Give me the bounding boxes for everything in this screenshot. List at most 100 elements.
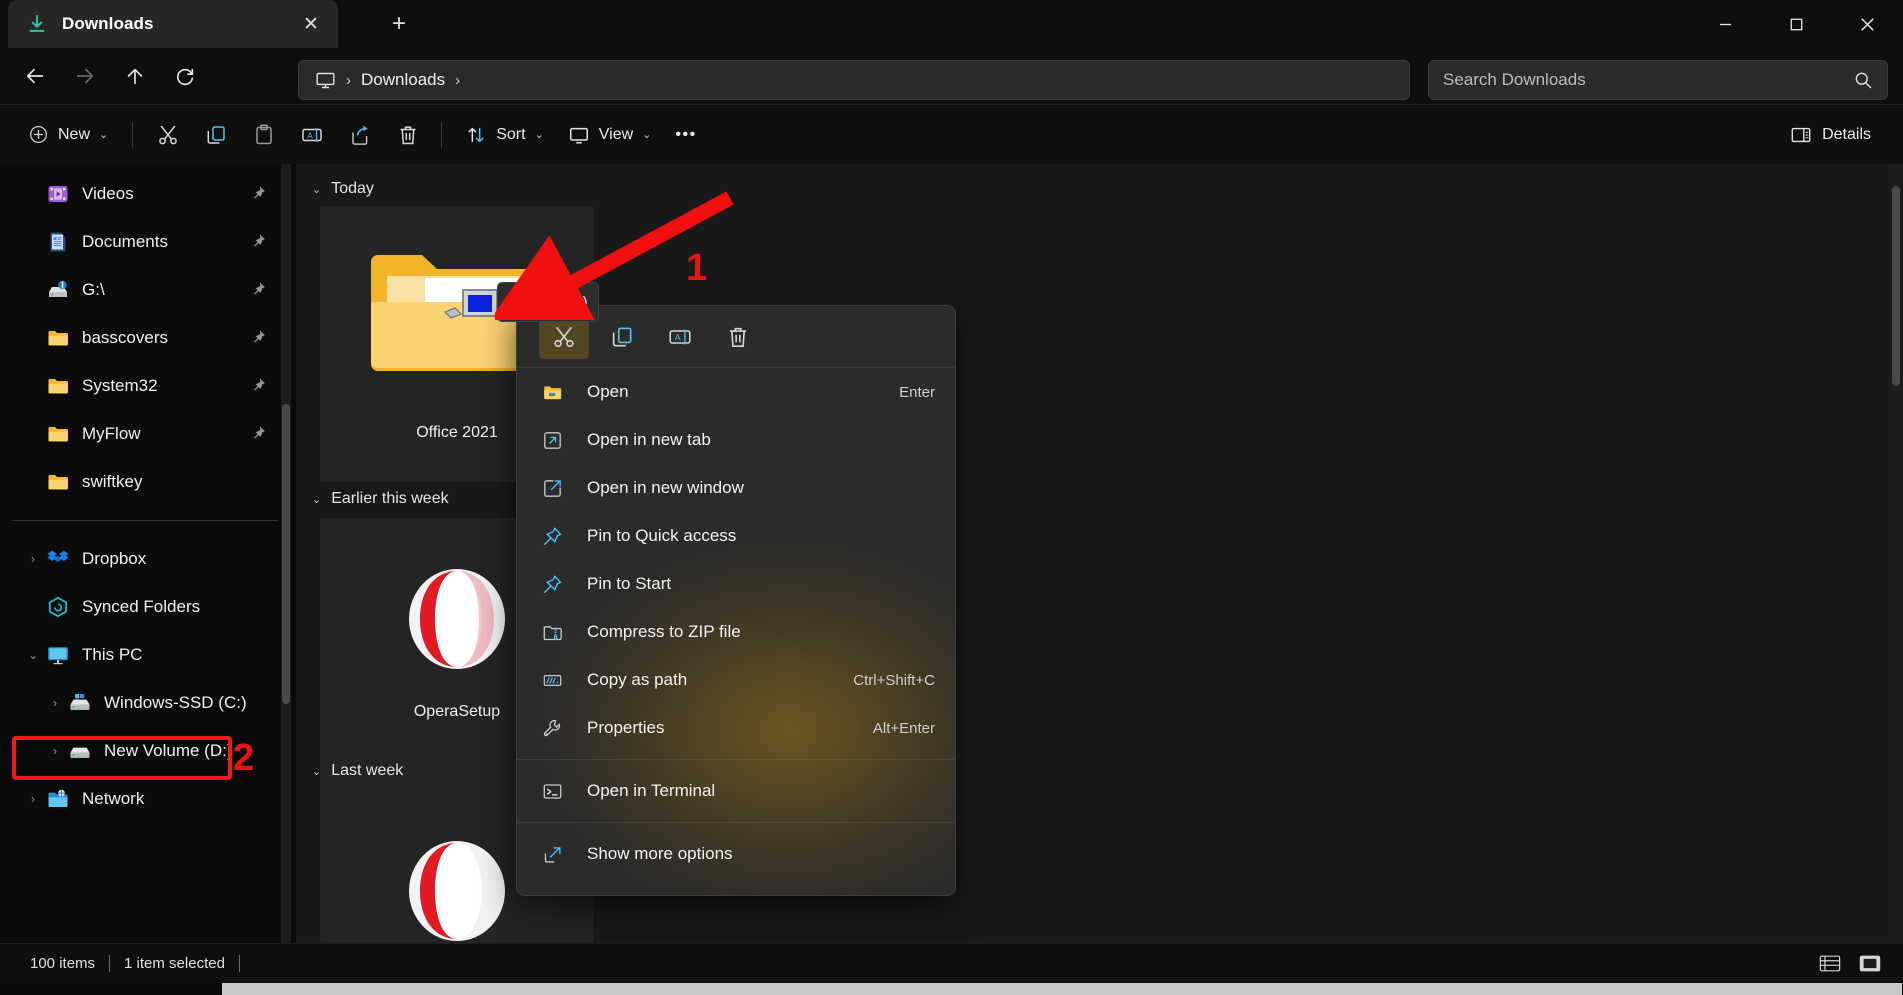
pin-icon [251,233,266,251]
tab-downloads[interactable]: Downloads ✕ [8,0,338,48]
breadcrumb-separator-1[interactable]: › [342,72,355,89]
pin-icon [251,425,266,443]
chevron-right-icon[interactable]: › [20,792,46,806]
sidebar-item-videos[interactable]: Videos [10,170,286,218]
view-button-label: View [598,125,634,143]
sidebar-item-dropbox[interactable]: › Dropbox [10,535,286,583]
sidebar-item-label: basscovers [82,328,168,347]
chevron-down-icon[interactable]: ⌄ [312,765,321,778]
toolbar-divider [132,121,134,148]
windows-drive-icon [68,691,92,715]
pin-icon [539,574,565,595]
sidebar-item-windows-ssd[interactable]: › Windows-SSD (C:) [10,679,286,727]
sidebar-item-this-pc[interactable]: ⌄ This PC [10,631,286,679]
network-drive-icon [46,278,70,302]
search-icon[interactable] [1853,70,1873,90]
group-header-earlier-this-week[interactable]: ⌄ Earlier this week [296,482,449,516]
group-header-today[interactable]: ⌄ Today [296,172,1903,206]
view-button[interactable]: View ⌄ [557,114,663,156]
address-bar[interactable]: › Downloads › [298,60,1410,100]
documents-icon [46,230,70,254]
menu-item-copy-as-path[interactable]: Copy as path Ctrl+Shift+C [517,656,955,704]
this-pc-icon [46,643,70,667]
sidebar-scrollbar-thumb[interactable] [282,404,290,704]
sidebar-item-synced-folders[interactable]: Synced Folders [10,583,286,631]
status-divider-2 [238,955,240,972]
rename-button[interactable]: A [289,114,335,156]
maximize-button[interactable] [1761,0,1832,48]
menu-item-open-in-terminal[interactable]: Open in Terminal [517,767,955,815]
menu-separator-1 [517,759,955,760]
delete-button[interactable] [713,315,763,359]
paste-button[interactable] [241,114,287,156]
copy-button[interactable] [597,315,647,359]
sidebar-item-network[interactable]: › Network [10,775,286,823]
list-view-button[interactable] [1815,950,1845,976]
status-bar: 100 items 1 item selected [0,943,1903,983]
minimize-button[interactable] [1690,0,1761,48]
close-icon[interactable]: ✕ [294,7,328,41]
menu-item-label: Open in new tab [587,430,711,449]
menu-item-label: Copy as path [587,670,688,689]
grid-view-button[interactable] [1855,950,1885,976]
folder-icon [46,470,70,494]
share-button[interactable] [337,114,383,156]
menu-item-pin-to-start[interactable]: Pin to Start [517,560,955,608]
delete-button[interactable] [385,114,431,156]
folder-icon [46,374,70,398]
search-input[interactable] [1443,70,1853,90]
chevron-down-icon[interactable]: ⌄ [20,648,46,662]
opera-icon [402,836,512,943]
sidebar-item-label: MyFlow [82,424,141,443]
tab-title: Downloads [62,14,154,33]
details-button[interactable]: Details [1778,114,1883,156]
search-box[interactable] [1428,60,1888,100]
new-button[interactable]: New ⌄ [14,114,122,156]
chevron-right-icon[interactable]: › [20,552,46,566]
chevron-right-icon[interactable]: › [42,744,68,758]
sidebar-item-myflow[interactable]: MyFlow [10,410,286,458]
wrench-icon [539,718,565,739]
up-button[interactable] [114,55,156,97]
menu-item-show-more-options[interactable]: Show more options [517,830,955,878]
window-close-button[interactable] [1832,0,1903,48]
menu-item-compress-to-zip[interactable]: Compress to ZIP file [517,608,955,656]
new-button-label: New [58,125,91,143]
chevron-down-icon[interactable]: ⌄ [312,493,321,506]
menu-item-properties[interactable]: Properties Alt+Enter [517,704,955,752]
sidebar-item-system32[interactable]: System32 [10,362,286,410]
forward-button[interactable] [64,55,106,97]
ellipsis-icon: ••• [675,125,697,143]
menu-item-open[interactable]: Open Enter [517,368,955,416]
videos-icon [46,182,70,206]
breadcrumb-separator-2[interactable]: › [451,72,464,89]
breadcrumb-current[interactable]: Downloads [355,70,451,90]
new-tab-button[interactable]: + [380,6,418,42]
chevron-right-icon[interactable]: › [42,696,68,710]
back-button[interactable] [14,55,56,97]
cut-button[interactable] [145,114,191,156]
sidebar-item-documents[interactable]: Documents [10,218,286,266]
sidebar-divider [12,520,278,521]
copy-button[interactable] [193,114,239,156]
content-scrollbar-thumb[interactable] [1892,186,1900,386]
opera-icon [402,564,512,679]
group-header-last-week[interactable]: ⌄ Last week [296,754,403,788]
background-window-peek [222,983,1902,995]
menu-item-pin-to-quick-access[interactable]: Pin to Quick access [517,512,955,560]
pin-icon [539,526,565,547]
sort-button[interactable]: Sort ⌄ [454,114,555,156]
sidebar-item-g-drive[interactable]: G:\ [10,266,286,314]
sidebar-item-basscovers[interactable]: basscovers [10,314,286,362]
refresh-button[interactable] [164,55,206,97]
sort-button-label: Sort [496,125,526,143]
menu-item-open-in-new-tab[interactable]: Open in new tab [517,416,955,464]
chevron-down-icon[interactable]: ⌄ [312,183,321,196]
rename-button[interactable]: A [655,315,705,359]
sidebar-item-swiftkey[interactable]: swiftkey [10,458,286,506]
menu-item-label: Open in new window [587,478,744,497]
menu-item-open-in-new-window[interactable]: Open in new window [517,464,955,512]
pin-icon [251,185,266,203]
command-bar: New ⌄ A Sort ⌄ View ⌄ ••• Details [0,104,1903,164]
more-options-button[interactable]: ••• [664,114,707,156]
